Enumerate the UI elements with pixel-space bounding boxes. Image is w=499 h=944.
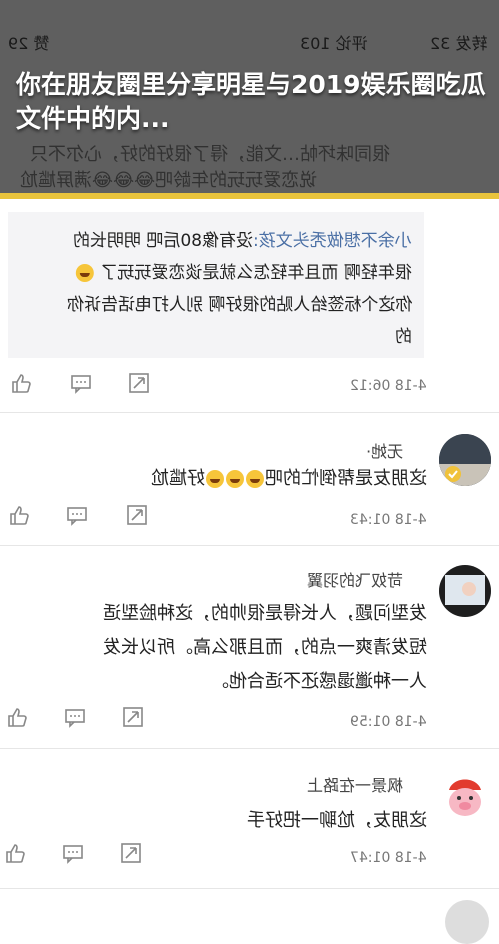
comment-text: 这朋友，尬聊一把好手 xyxy=(247,810,427,831)
like-icon[interactable] xyxy=(10,372,32,394)
share-icon[interactable] xyxy=(122,706,144,728)
divider xyxy=(0,888,499,889)
quote-line: 的 xyxy=(395,327,412,347)
like-icon[interactable] xyxy=(4,842,26,864)
laugh-emoji-icon xyxy=(246,470,264,488)
laugh-emoji-icon xyxy=(226,470,244,488)
comment-text: 短发清爽一点的，而且那么高。所以长发 xyxy=(103,637,427,658)
action-row: 4-18 01:59 xyxy=(0,706,499,732)
accent-divider xyxy=(0,193,499,199)
quote-line: 很年轻啊 而且年轻怎么就是谈恋爱玩玩了 xyxy=(75,258,412,283)
avatar[interactable] xyxy=(439,434,491,486)
bg-ghost-line: 很同味坏帖…文能，得了很好的好，心尔不只 xyxy=(30,144,390,165)
action-row: 4-18 01:47 xyxy=(0,842,499,868)
comment-text: 这朋友是帮倒忙的吧好尴尬 xyxy=(151,468,427,489)
quote-line: 小余不想做秃头文孩:没有像80后吧 明明长的 xyxy=(73,231,412,251)
bg-ghost-line: 说恋爱玩玩的年龄吧😂😂😂满屏尴尬 xyxy=(20,170,318,191)
like-icon[interactable] xyxy=(8,504,30,526)
action-row: 4-18 06:12 xyxy=(0,372,499,398)
avatar[interactable] xyxy=(439,770,491,822)
comment-icon[interactable] xyxy=(64,706,86,728)
share-icon[interactable] xyxy=(126,504,148,526)
divider xyxy=(0,545,499,546)
comment-time: 4-18 01:43 xyxy=(350,512,427,528)
comment-icon[interactable] xyxy=(62,842,84,864)
comment-time: 4-18 01:59 xyxy=(350,714,427,730)
commenter-name[interactable]: 苛奴飞的羽翼 xyxy=(307,567,403,591)
comment-time: 4-18 06:12 xyxy=(350,378,427,394)
quoted-post[interactable]: 小余不想做秃头文孩:没有像80后吧 明明长的 很年轻啊 而且年轻怎么就是谈恋爱玩… xyxy=(8,212,424,358)
avatar[interactable] xyxy=(439,565,491,617)
comment-icon[interactable] xyxy=(70,372,92,394)
comment-text: 人一种邋遢感还不适合他。 xyxy=(211,671,427,692)
comment-icon[interactable] xyxy=(66,504,88,526)
comment-time: 4-18 01:47 xyxy=(350,850,427,866)
laugh-emoji-icon xyxy=(206,470,224,488)
avatar[interactable] xyxy=(445,900,489,944)
quote-line: 你这个标签给人贴的很好啊 别人打电话告诉你 xyxy=(66,295,412,315)
quote-author[interactable]: 小余不想做秃头文孩: xyxy=(253,231,412,251)
share-icon[interactable] xyxy=(128,372,150,394)
divider xyxy=(0,748,499,749)
headline-banner: 赞 29 评论 103 转发 32 很同味坏帖…文能，得了很好的好，心尔不只 说… xyxy=(0,0,499,193)
share-icon[interactable] xyxy=(120,842,142,864)
stats-row: 赞 29 评论 103 转发 32 xyxy=(8,34,488,53)
comment-text: 发型问题，人长得是很帅的，这种脸型适 xyxy=(103,603,427,624)
action-row: 4-18 01:43 xyxy=(0,504,499,530)
like-icon[interactable] xyxy=(6,706,28,728)
commenter-name[interactable]: 枫景一在路上 xyxy=(307,772,403,796)
smile-emoji-icon xyxy=(76,264,95,282)
commenter-name[interactable]: 无她· xyxy=(366,438,403,462)
divider xyxy=(0,412,499,413)
headline-title[interactable]: 你在朋友圈里分享明星与2019娱乐圈吃瓜文件中的内... xyxy=(16,68,486,136)
